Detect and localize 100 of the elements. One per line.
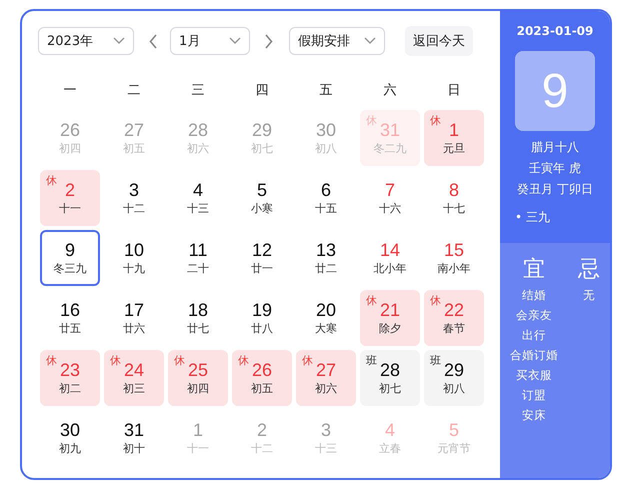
- day-number: 19: [252, 300, 272, 320]
- chevron-right-icon[interactable]: [264, 34, 273, 48]
- day-cell[interactable]: 31 初十: [104, 410, 164, 466]
- day-number: 13: [316, 240, 336, 260]
- day-cell[interactable]: 13 廿二: [296, 230, 356, 286]
- lunar-date: 十三: [315, 440, 337, 456]
- day-cell[interactable]: 20 大寒: [296, 290, 356, 346]
- suitable-item: 出行: [522, 327, 546, 344]
- lunar-date: 初五: [251, 380, 273, 396]
- day-number: 10: [124, 240, 144, 260]
- day-cell[interactable]: 12 廿一: [232, 230, 292, 286]
- avoid-item: 无: [583, 287, 595, 304]
- day-number: 5: [448, 420, 459, 440]
- lunar-date: 十七: [443, 200, 465, 216]
- lunar-date: 春节: [443, 320, 465, 336]
- lunar-date: 十二: [123, 200, 145, 216]
- lunar-date: 廿一: [251, 260, 273, 276]
- day-cell[interactable]: 休 1 元旦: [424, 110, 484, 166]
- chevron-down-icon: [364, 37, 376, 45]
- lunar-date: 初六: [187, 140, 209, 156]
- lunar-date: 二十: [187, 260, 209, 276]
- day-number: 26: [60, 120, 80, 140]
- lunar-info: 壬寅年 虎: [529, 160, 581, 177]
- day-cell[interactable]: 8 十七: [424, 170, 484, 226]
- day-cell[interactable]: 18 廿七: [168, 290, 228, 346]
- day-cell[interactable]: 4 十三: [168, 170, 228, 226]
- lunar-date: 初七: [379, 380, 401, 396]
- suitable-item: 安床: [522, 407, 546, 424]
- lunar-info: 腊月十八: [531, 139, 579, 156]
- lunar-date: 立春: [379, 440, 401, 456]
- today-button[interactable]: 返回今天: [405, 26, 473, 56]
- chevron-down-icon: [113, 37, 125, 45]
- day-number: 22: [444, 300, 464, 320]
- day-number: 15: [444, 240, 464, 260]
- lunar-info: 癸丑月 丁卯日: [517, 181, 593, 198]
- day-number: 8: [448, 180, 459, 200]
- weekday-label: 五: [318, 82, 334, 100]
- holiday-label: 休: [110, 354, 121, 367]
- day-number: 26: [252, 360, 272, 380]
- weekday-label: 六: [382, 82, 398, 100]
- day-number: 3: [320, 420, 331, 440]
- day-cell[interactable]: 14 北小年: [360, 230, 420, 286]
- weekday-label: 一: [62, 82, 78, 100]
- day-number: 14: [380, 240, 400, 260]
- day-number: 11: [188, 240, 208, 260]
- holiday-label: 班: [366, 354, 377, 367]
- lunar-date: 十一: [59, 200, 81, 216]
- day-number: 30: [60, 420, 80, 440]
- lunar-date: 十九: [123, 260, 145, 276]
- day-number: 2: [256, 420, 267, 440]
- holiday-label: 休: [46, 354, 57, 367]
- day-number: 29: [444, 360, 464, 380]
- day-cell[interactable]: 5 小寒: [232, 170, 292, 226]
- day-number: 23: [60, 360, 80, 380]
- day-number: 6: [320, 180, 331, 200]
- lunar-date: 除夕: [379, 320, 401, 336]
- day-cell[interactable]: 15 南小年: [424, 230, 484, 286]
- day-number: 5: [256, 180, 267, 200]
- lunar-date: 廿七: [187, 320, 209, 336]
- day-number: 29: [252, 120, 272, 140]
- day-cell[interactable]: 9 冬三九: [40, 230, 100, 286]
- day-cell[interactable]: 休 2 十一: [40, 170, 100, 226]
- day-cell[interactable]: 6 十五: [296, 170, 356, 226]
- day-cell[interactable]: 16 廿五: [40, 290, 100, 346]
- chevron-left-icon[interactable]: [149, 34, 158, 48]
- lunar-date: 初三: [123, 380, 145, 396]
- day-cell[interactable]: 11 二十: [168, 230, 228, 286]
- month-select[interactable]: 1月: [170, 27, 250, 55]
- day-number: 27: [316, 360, 336, 380]
- day-number: 1: [192, 420, 203, 440]
- holiday-label: 休: [430, 294, 441, 307]
- day-number: 28: [188, 120, 208, 140]
- year-select[interactable]: 2023年: [38, 27, 134, 55]
- day-cell[interactable]: 30 初九: [40, 410, 100, 466]
- day-number: 31: [380, 120, 400, 140]
- lunar-date: 南小年: [438, 260, 470, 276]
- lunar-date: 十五: [315, 200, 337, 216]
- lunar-date: 小寒: [251, 200, 273, 216]
- lunar-date: 廿六: [123, 320, 145, 336]
- day-cell[interactable]: 3 十二: [104, 170, 164, 226]
- weekday-label: 三: [190, 82, 206, 100]
- holiday-select[interactable]: 假期安排: [289, 27, 385, 55]
- lunar-date: 初五: [123, 140, 145, 156]
- day-cell[interactable]: 7 十六: [360, 170, 420, 226]
- selected-date: 2023-01-09: [516, 24, 594, 38]
- suitable-item: 订盟: [522, 387, 546, 404]
- lunar-date: 冬二九: [374, 140, 406, 156]
- lunar-date: 初十: [123, 440, 145, 456]
- lunar-date: 冬三九: [54, 260, 86, 276]
- lunar-date: 元旦: [443, 140, 465, 156]
- day-cell[interactable]: 19 廿八: [232, 290, 292, 346]
- suitable-item: 会亲友: [516, 307, 552, 324]
- day-number: 20: [316, 300, 336, 320]
- holiday-label: 休: [174, 354, 185, 367]
- lunar-date: 初八: [315, 140, 337, 156]
- lunar-date: 初四: [187, 380, 209, 396]
- day-cell[interactable]: 17 廿六: [104, 290, 164, 346]
- lunar-date: 廿二: [315, 260, 337, 276]
- day-cell[interactable]: 10 十九: [104, 230, 164, 286]
- day-number: 31: [124, 420, 144, 440]
